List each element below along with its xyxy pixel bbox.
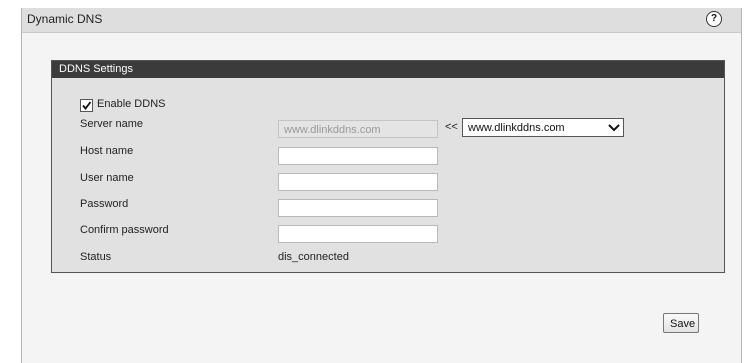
host-name-input[interactable] bbox=[278, 147, 438, 165]
save-button[interactable]: Save bbox=[663, 313, 699, 333]
panel-header: DDNS Settings bbox=[52, 61, 724, 78]
server-select[interactable]: www.dlinkddns.com bbox=[462, 118, 624, 137]
confirm-password-label: Confirm password bbox=[80, 224, 169, 236]
enable-ddns-checkbox[interactable] bbox=[80, 99, 93, 112]
ddns-settings-panel: DDNS Settings Enable DDNS Server name ww… bbox=[51, 60, 725, 273]
password-label: Password bbox=[80, 198, 129, 210]
page-title-bar: Dynamic DNS ? bbox=[22, 8, 741, 33]
confirm-password-input[interactable] bbox=[278, 225, 438, 243]
server-select-value: www.dlinkddns.com bbox=[468, 122, 565, 134]
copy-arrows: << bbox=[445, 121, 458, 133]
enable-ddns-label: Enable DDNS bbox=[97, 98, 166, 110]
host-name-label: Host name bbox=[80, 145, 134, 157]
checkmark-icon bbox=[82, 101, 92, 110]
help-icon[interactable]: ? bbox=[706, 11, 722, 27]
user-name-label: User name bbox=[80, 172, 134, 184]
server-name-label: Server name bbox=[80, 118, 143, 130]
server-name-field: www.dlinkddns.com bbox=[278, 120, 438, 138]
panel-title: DDNS Settings bbox=[59, 63, 133, 75]
user-name-input[interactable] bbox=[278, 173, 438, 191]
chevron-down-icon bbox=[608, 124, 620, 132]
password-input[interactable] bbox=[278, 199, 438, 217]
status-value: dis_connected bbox=[278, 251, 349, 263]
page-title: Dynamic DNS bbox=[27, 12, 103, 26]
status-label: Status bbox=[80, 251, 112, 263]
dynamic-dns-page: Dynamic DNS ? DDNS Settings Enable DDNS … bbox=[21, 8, 742, 363]
server-name-value: www.dlinkddns.com bbox=[284, 124, 381, 136]
